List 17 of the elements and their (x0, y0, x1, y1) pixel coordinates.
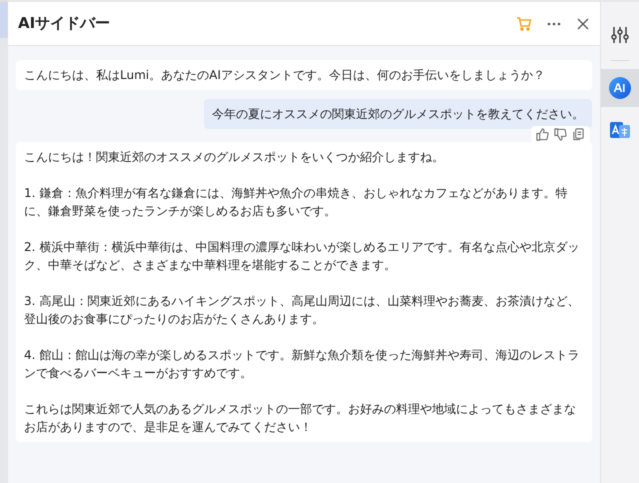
sliders-icon (610, 25, 630, 45)
assistant-message: こんにちは、私はLumi。あなたのAIアシスタントです。今日は、何のお手伝いをしましょうか？ (16, 60, 592, 90)
rail-button[interactable] (601, 69, 639, 107)
panel-title: AIサイドバー (18, 13, 112, 34)
edge-highlight (0, 2, 8, 38)
copy-icon[interactable] (572, 128, 585, 141)
message-paragraph: こんにちは！関東近郊のオススメのグルメスポットをいくつか紹介しますね。 (24, 149, 445, 166)
ai-logo-icon (608, 76, 632, 100)
message-paragraph: 3. 高尾山：関東近郊にあるハイキングスポット、高尾山周辺には、山菜料理やお蕎麦、お茶漬けなど、登山後のお食事にぴったりのお店がたくさんあります。 (24, 293, 580, 328)
message-paragraph: 2. 横浜中華街：横浜中華街は、中国料理の濃厚な味わいが楽しめるエリアです。有名な点心や北京ダック、中華そばなど、さまざまな中華料理を堪能することができます。 (24, 239, 580, 274)
message-paragraph: 4. 館山：館山は海の幸が楽しめるスポットです。新鮮な魚介類を使った海鮮丼や寿司、海辺のレストランで食べるバーベキューがおすすめです。 (24, 347, 580, 382)
thumbs-down-icon[interactable] (554, 128, 567, 141)
message-paragraph: これらは関東近郊で人気のあるグルメスポットの一部です。お好みの料理や地域によってもさまざまなお店がありますので、是非足を運んでみてください！ (24, 401, 577, 436)
message-paragraph: 1. 鎌倉：魚介料理が有名な鎌倉には、海鮮丼や魚介の串焼き、おしゃれなカフェなどがあります。特に、鎌倉野菜を使ったランチが楽しめるお店も多いです。 (24, 185, 568, 220)
thumbs-up-icon[interactable] (536, 128, 549, 141)
translate-icon (609, 119, 631, 141)
close-icon[interactable] (576, 16, 590, 30)
